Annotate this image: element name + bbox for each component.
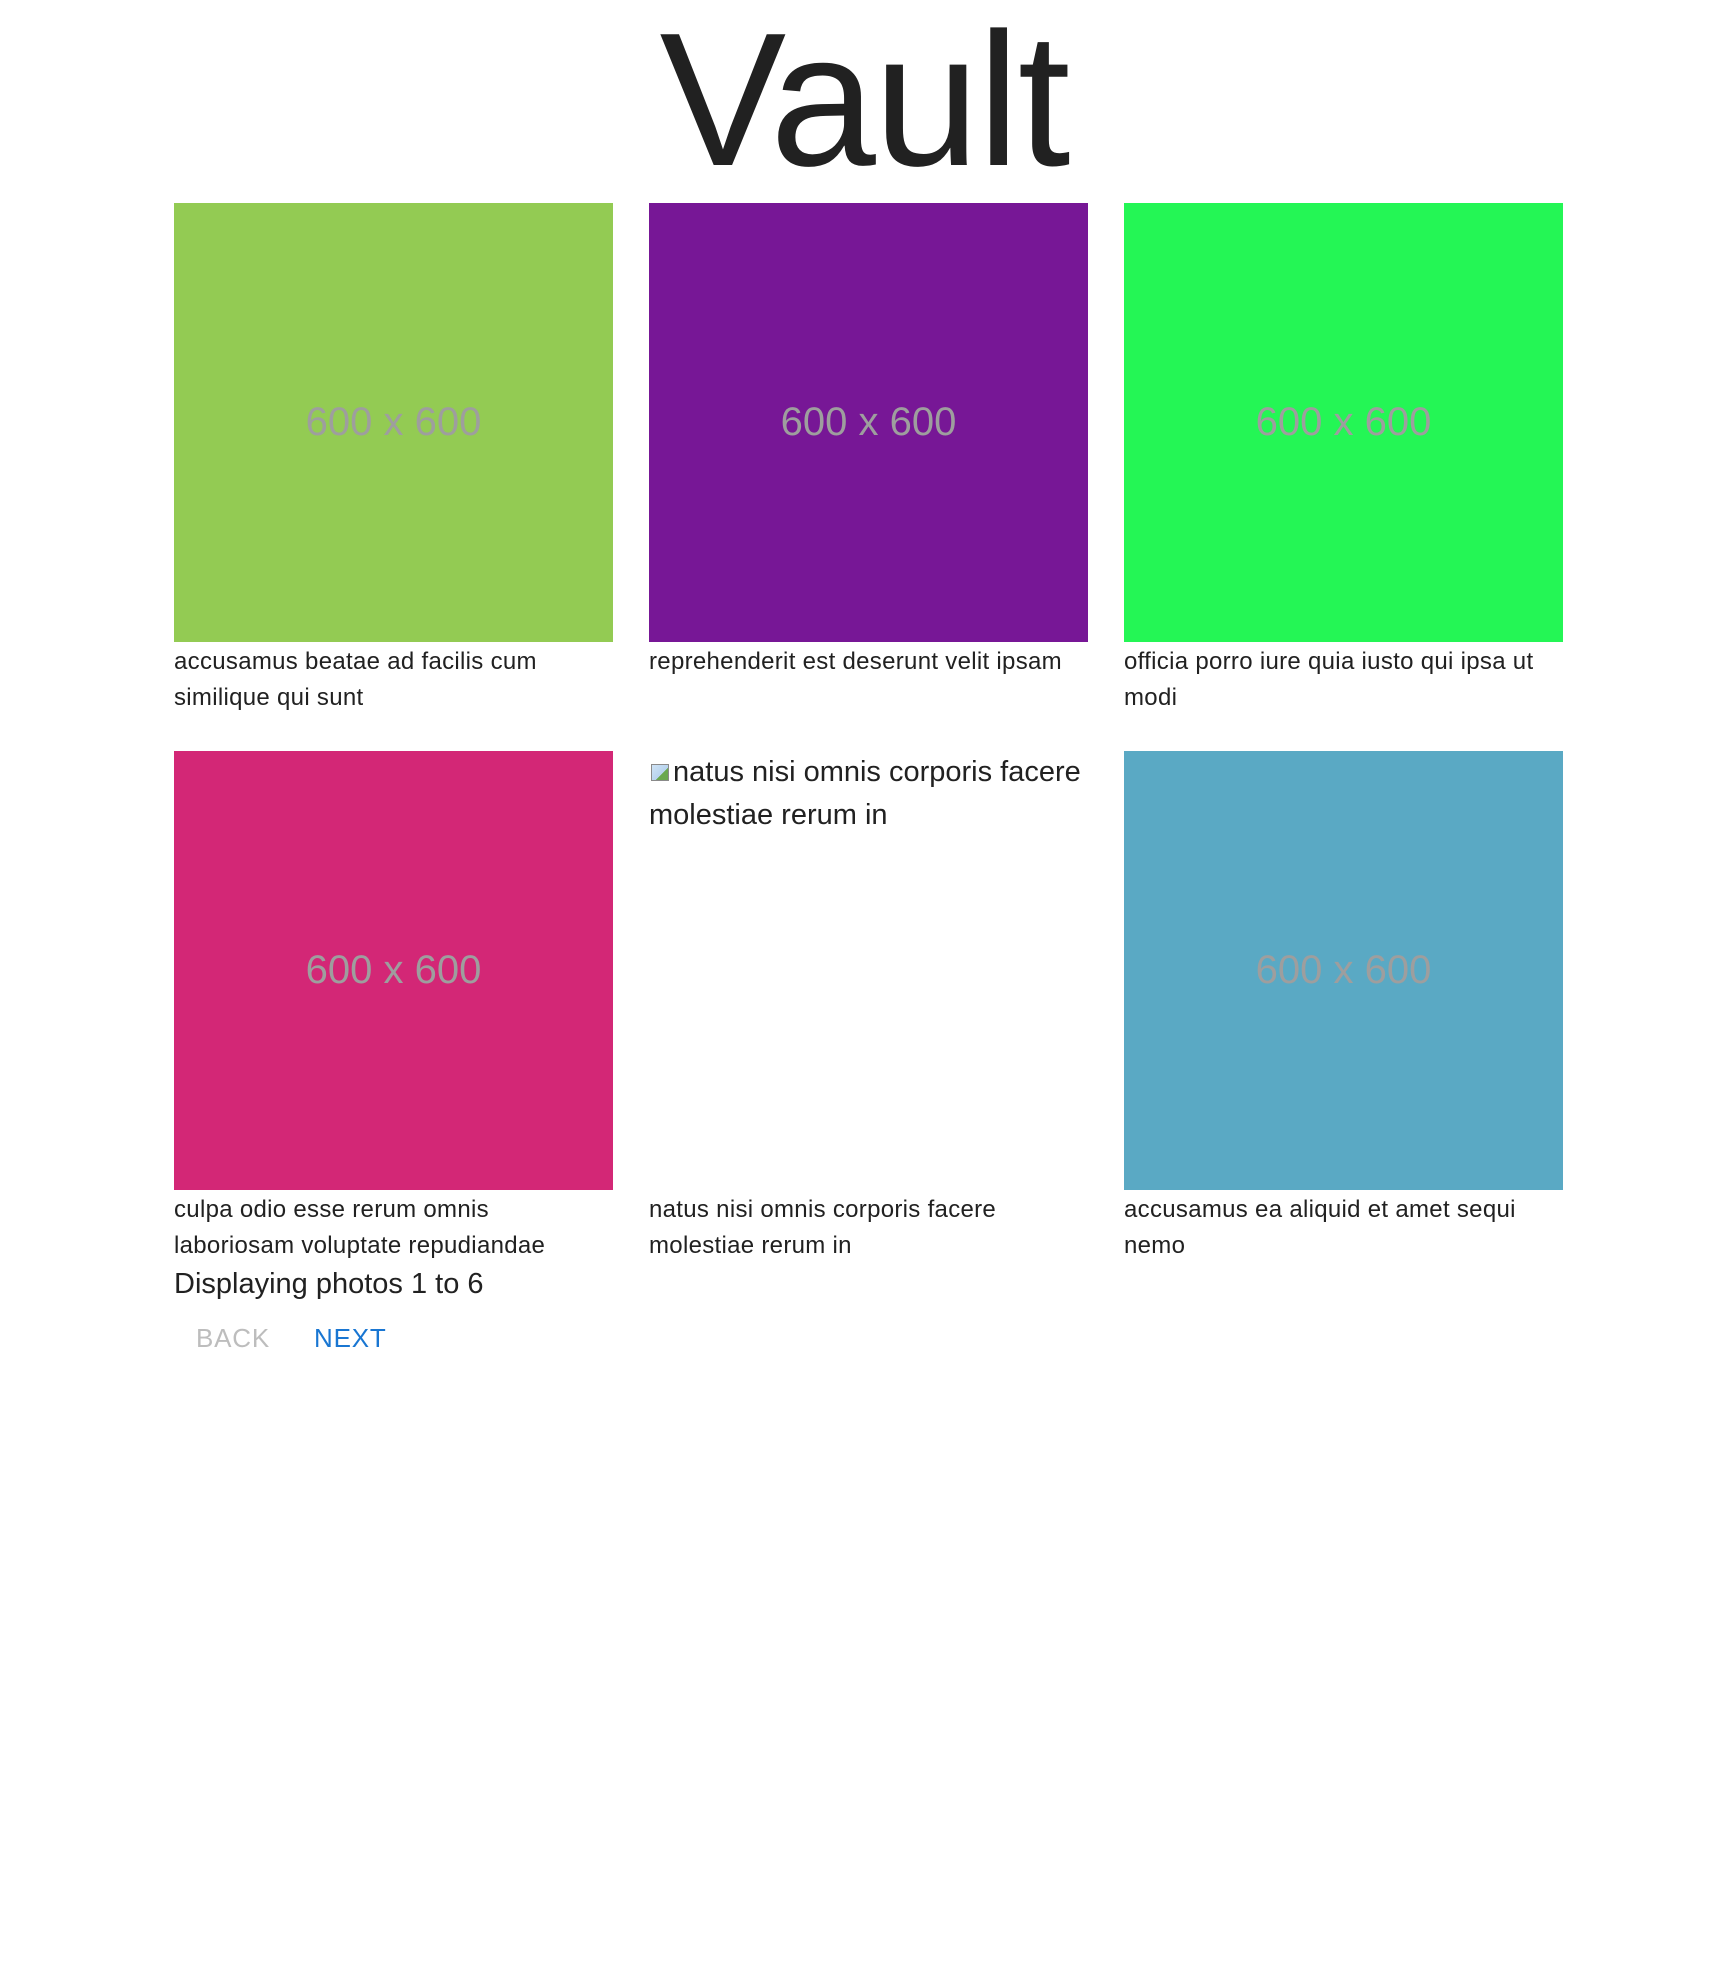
placeholder-label: 600 x 600 <box>780 400 957 444</box>
photo-thumbnail[interactable]: 600 x 600 <box>1124 203 1563 642</box>
broken-image-icon <box>649 761 671 783</box>
broken-photo-thumbnail[interactable]: natus nisi omnis corporis facere molesti… <box>649 751 1088 1190</box>
pagination-status: Displaying photos 1 to 6 <box>174 1268 484 1300</box>
photo-thumbnail[interactable]: 600 x 600 <box>1124 751 1563 1190</box>
back-button[interactable]: BACK <box>174 1318 292 1358</box>
photo-thumbnail[interactable]: 600 x 600 <box>174 203 613 642</box>
photo-caption: accusamus beatae ad facilis cum similiqu… <box>174 648 537 711</box>
photo-card[interactable]: natus nisi omnis corporis facere molesti… <box>649 751 1088 1261</box>
placeholder-label: 600 x 600 <box>305 948 482 992</box>
placeholder-label: 600 x 600 <box>305 400 482 444</box>
photo-card[interactable]: 600 x 600 reprehenderit est deserunt vel… <box>649 203 1088 713</box>
photo-card[interactable]: 600 x 600 officia porro iure quia iusto … <box>1124 203 1563 713</box>
broken-alt-text: natus nisi omnis corporis facere molesti… <box>649 751 1088 837</box>
pagination-controls: BACK NEXT <box>174 1318 409 1358</box>
photo-card[interactable]: 600 x 600 culpa odio esse rerum omnis la… <box>174 751 613 1261</box>
photo-card[interactable]: 600 x 600 accusamus beatae ad facilis cu… <box>174 203 613 713</box>
photo-thumbnail[interactable]: 600 x 600 <box>649 203 1088 642</box>
photo-caption: accusamus ea aliquid et amet sequi nemo <box>1124 1196 1516 1259</box>
photo-caption: natus nisi omnis corporis facere molesti… <box>649 1196 997 1259</box>
placeholder-label: 600 x 600 <box>1255 948 1432 992</box>
photo-caption: culpa odio esse rerum omnis laboriosam v… <box>174 1196 546 1259</box>
next-button[interactable]: NEXT <box>292 1318 409 1358</box>
placeholder-label: 600 x 600 <box>1255 400 1432 444</box>
alt-text: natus nisi omnis corporis facere molesti… <box>649 756 1081 831</box>
photo-card[interactable]: 600 x 600 accusamus ea aliquid et amet s… <box>1124 751 1563 1261</box>
photo-grid: 600 x 600 accusamus beatae ad facilis cu… <box>174 203 1564 1261</box>
photo-thumbnail[interactable]: 600 x 600 <box>174 751 613 1190</box>
photo-caption: reprehenderit est deserunt velit ipsam <box>649 648 1062 675</box>
photo-caption: officia porro iure quia iusto qui ipsa u… <box>1124 648 1534 711</box>
app-title: Vault <box>659 0 1071 206</box>
